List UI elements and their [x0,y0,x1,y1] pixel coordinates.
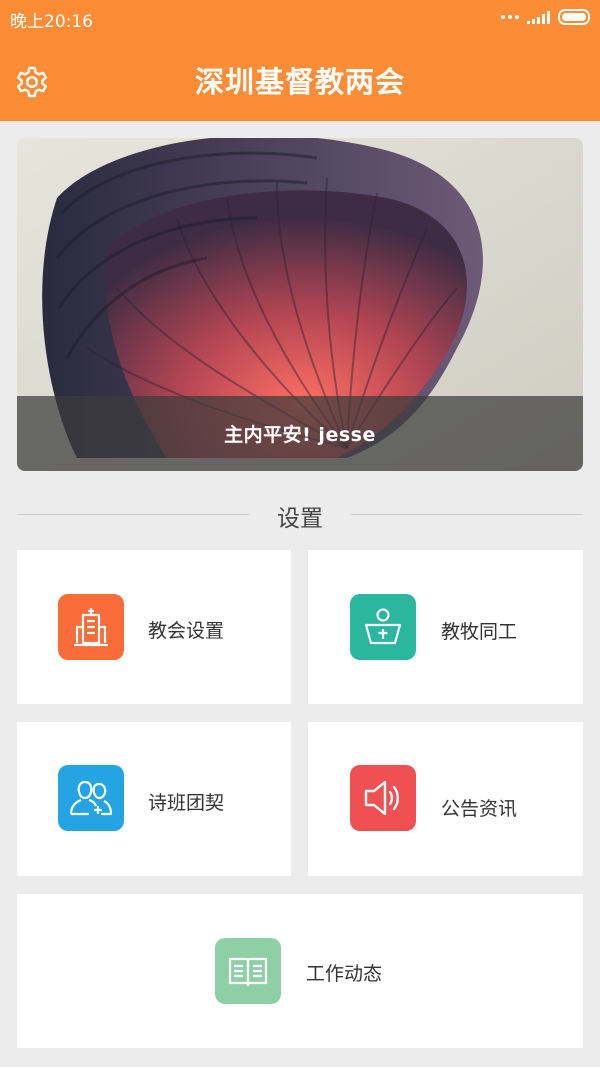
pastor-icon-tile [350,594,416,660]
app-header: 晚上20:16 深圳基督教两会 [0,0,600,121]
work-updates-button[interactable]: 工作动态 [17,894,583,1048]
pastor-icon [364,608,402,645]
signal-icon [527,10,550,24]
pastor-staff-button[interactable]: 教牧同工 [308,550,583,704]
church-settings-button[interactable]: 教会设置 [17,550,291,704]
book-icon-tile [215,938,281,1004]
status-time: 晚上20:16 [10,12,93,32]
more-dots-icon [501,15,519,19]
section-divider: 设置 [17,497,583,533]
banner-caption: 主内平安! jesse [17,396,583,471]
speaker-icon [364,780,399,816]
fellowship-icon [69,780,113,816]
status-icons [501,8,590,26]
banner[interactable]: 主内平安! jesse [17,138,583,471]
status-bar: 晚上20:16 [0,0,600,34]
page-title: 深圳基督教两会 [194,65,405,99]
announcement-label: 公告资讯 [441,798,518,820]
divider-line-right [351,514,583,515]
fellowship-icon-tile [58,765,124,831]
battery-icon [558,9,590,25]
church-settings-label: 教会设置 [148,620,225,642]
announcement-button[interactable]: 公告资讯 [308,722,583,876]
church-icon-tile [58,594,124,660]
section-title: 设置 [277,506,323,532]
choir-fellowship-label: 诗班团契 [148,792,225,814]
church-icon [74,608,108,647]
choir-fellowship-button[interactable]: 诗班团契 [17,722,291,876]
book-icon [228,957,268,987]
work-updates-label: 工作动态 [306,963,383,985]
pastor-staff-label: 教牧同工 [441,621,518,643]
speaker-icon-tile [350,765,416,831]
